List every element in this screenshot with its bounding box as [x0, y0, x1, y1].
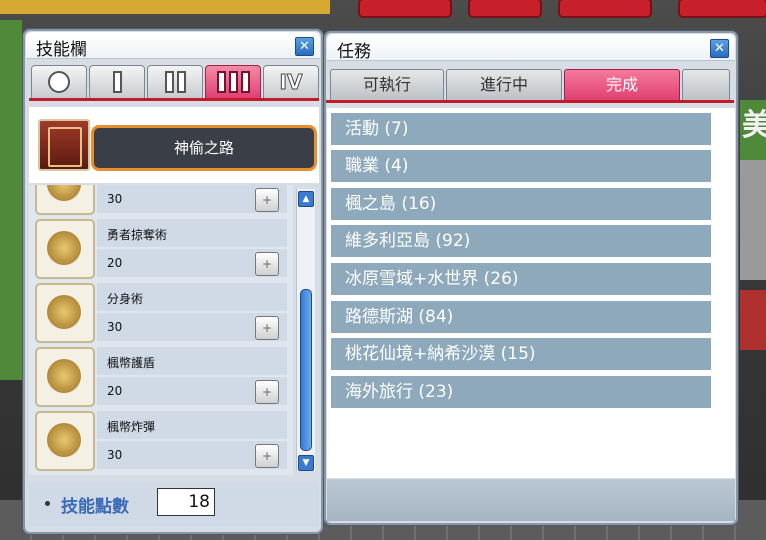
skill-points-bar: 技能點數 18 [29, 483, 319, 527]
quest-window-title: 任務 [337, 42, 371, 62]
arrow-down-icon[interactable]: ▼ [298, 455, 314, 471]
tab-job-4[interactable]: IV [263, 65, 319, 99]
tab-beginner[interactable] [31, 65, 87, 99]
quest-category-item[interactable]: 冰原雪域+水世界 (26) [331, 263, 711, 295]
skill-icon [35, 219, 95, 279]
skill-name: 楓幣護盾 [107, 356, 156, 370]
job-book-icon [38, 119, 90, 171]
close-icon[interactable]: ✕ [295, 37, 314, 56]
skill-icon [35, 411, 95, 471]
tab-job-2[interactable] [147, 65, 203, 99]
skill-window-title: 技能欄 [36, 40, 87, 60]
close-icon[interactable]: ✕ [710, 39, 729, 58]
skill-level: 20 [107, 256, 123, 270]
level-up-button[interactable]: + [255, 252, 279, 276]
skill-level: 30 [107, 448, 123, 462]
arrow-up-icon[interactable]: ▲ [298, 191, 314, 207]
skill-icon [35, 283, 95, 343]
skill-row[interactable]: 楓幣炸彈 30 + [29, 407, 293, 471]
skill-name: 分身術 [107, 292, 144, 306]
level-up-button[interactable]: + [255, 188, 279, 212]
level-up-button[interactable]: + [255, 444, 279, 468]
skill-points-label: 技能點數 [61, 497, 129, 517]
quest-window-titlebar[interactable]: 任務 ✕ [327, 34, 735, 62]
tab-in-progress[interactable]: 進行中 [446, 69, 562, 101]
skill-icon [35, 185, 95, 215]
tab-divider [29, 98, 319, 101]
bullet-icon [45, 501, 50, 506]
skill-tabs: IV [29, 65, 319, 101]
skill-name: 勇者掠奪術 [107, 228, 168, 242]
skill-level: 20 [107, 384, 123, 398]
job-header: 神偷之路 [29, 107, 319, 183]
level-up-button[interactable]: + [255, 316, 279, 340]
skill-window: 技能欄 ✕ IV 神偷之路 30 + 勇者掠奪術 20 + 分身術 30 + 楓… [22, 28, 324, 535]
quest-window: 任務 ✕ 可執行 進行中 完成 活動 (7) 職業 (4) 楓之島 (16) 維… [323, 30, 739, 526]
skill-row[interactable]: 楓幣護盾 20 + [29, 343, 293, 407]
skill-level: 30 [107, 320, 123, 334]
tab-available[interactable]: 可執行 [330, 69, 444, 101]
job-name: 神偷之路 [173, 139, 234, 157]
quest-category-item[interactable]: 職業 (4) [331, 150, 711, 182]
skill-row[interactable]: 勇者掠奪術 20 + [29, 215, 293, 279]
quest-tabs: 可執行 進行中 完成 [326, 69, 734, 103]
skill-points-value: 18 [157, 488, 215, 516]
circle-icon [48, 71, 70, 93]
quest-category-item[interactable]: 桃花仙境+納希沙漠 (15) [331, 338, 711, 370]
tab-divider [326, 100, 734, 103]
tab-empty [682, 69, 730, 101]
skill-list: 30 + 勇者掠奪術 20 + 分身術 30 + 楓幣護盾 20 + 楓幣炸彈 … [29, 185, 293, 475]
skill-name: 楓幣炸彈 [107, 420, 156, 434]
scrollbar-thumb[interactable] [300, 289, 312, 451]
tab-job-1[interactable] [89, 65, 145, 99]
quest-category-item[interactable]: 路德斯湖 (84) [331, 301, 711, 333]
job-banner: 神偷之路 [91, 125, 317, 171]
quest-category-item[interactable]: 楓之島 (16) [331, 188, 711, 220]
quest-category-item[interactable]: 維多利亞島 (92) [331, 225, 711, 257]
quest-footer [327, 479, 735, 521]
level-up-button[interactable]: + [255, 380, 279, 404]
skill-scrollbar[interactable]: ▲ ▼ [296, 189, 315, 471]
skill-level: 30 [107, 192, 123, 206]
quest-category-item[interactable]: 活動 (7) [331, 113, 711, 145]
skill-window-titlebar[interactable]: 技能欄 ✕ [26, 32, 320, 60]
skill-row[interactable]: 30 + [29, 185, 293, 215]
tab-completed[interactable]: 完成 [564, 69, 680, 101]
skill-row[interactable]: 分身術 30 + [29, 279, 293, 343]
skill-icon [35, 347, 95, 407]
tab-job-3[interactable] [205, 65, 261, 99]
quest-category-item[interactable]: 海外旅行 (23) [331, 376, 711, 408]
quest-category-list: 活動 (7) 職業 (4) 楓之島 (16) 維多利亞島 (92) 冰原雪域+水… [327, 108, 735, 478]
